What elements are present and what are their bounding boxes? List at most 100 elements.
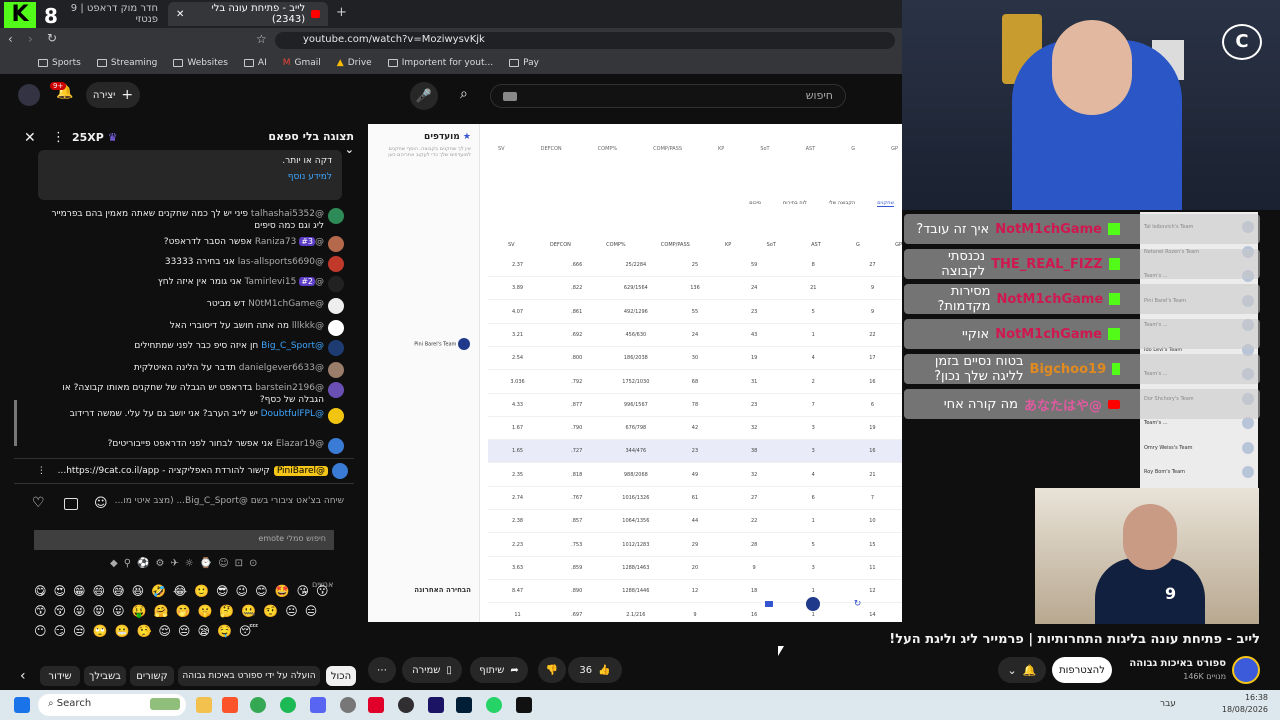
bookmark-streaming[interactable]: Streaming xyxy=(96,58,157,68)
table-row[interactable]: 4.33 .877 996/1567 78 23 7 6 xyxy=(488,394,902,417)
super-chat-icon[interactable] xyxy=(64,498,78,510)
bookmark-important[interactable]: Importent for yout... xyxy=(387,58,493,68)
table-row[interactable]: 3.89 .822 629/1564 136 24 21 9 xyxy=(488,277,902,301)
subscribed-button[interactable]: ⌄ 🔔 xyxy=(998,657,1046,683)
file-explorer-icon[interactable] xyxy=(196,697,212,713)
tab-draft-board[interactable]: לוח בחירות xyxy=(783,200,807,207)
emoji-option[interactable]: 😴 xyxy=(239,624,258,638)
windows-start-icon[interactable] xyxy=(14,697,30,713)
kick-app-icon[interactable] xyxy=(516,697,532,713)
channel-name[interactable]: ספורט באיכות גבוהה xyxy=(1120,658,1226,669)
chip-nav-left-icon[interactable]: ‹ xyxy=(20,668,26,684)
premiere-icon[interactable] xyxy=(428,697,444,713)
refresh-icon[interactable]: ↻ xyxy=(854,599,862,609)
emoji-option[interactable]: 🙂 xyxy=(194,584,209,598)
mic-button[interactable]: 🎤 xyxy=(410,82,438,110)
emoji-option[interactable]: 😪 xyxy=(197,624,210,638)
bookmark-drive[interactable]: ▲ Drive xyxy=(337,58,372,68)
chip-for-you[interactable]: בשבילך xyxy=(84,666,126,686)
chat-menu-icon[interactable]: ⋮ xyxy=(52,130,65,145)
column-header[interactable]: AST xyxy=(806,146,816,152)
emoji-option[interactable]: 🤗 xyxy=(154,604,169,618)
bookmark-gmail[interactable]: M Gmail xyxy=(283,58,321,68)
discord-icon[interactable] xyxy=(310,697,326,713)
column-header[interactable]: AST xyxy=(811,242,821,248)
emoji-option[interactable]: 😊 xyxy=(255,584,268,598)
create-button[interactable]: יצירה + xyxy=(86,82,140,108)
emoji-option[interactable]: 🤔 xyxy=(219,604,234,618)
emoji-option[interactable]: 😔 xyxy=(178,624,191,638)
chip-related[interactable]: קשורים xyxy=(130,666,174,686)
share-button[interactable]: שיתוף ➦ xyxy=(470,657,528,683)
column-header[interactable]: COMP/PASS xyxy=(653,146,682,152)
pinned-message[interactable]: @PiniBarel קישור להורדת האפליקציה - http… xyxy=(14,458,354,484)
chrome-icon[interactable] xyxy=(250,697,266,713)
search-icon[interactable]: ⌕ xyxy=(460,86,468,102)
table-row[interactable]: 2.23 .753 1012/1283 29 28 5 15 xyxy=(488,534,902,557)
table-row[interactable]: 3.036 .792 1752/1030 68 31 2 16 xyxy=(488,371,902,394)
table-row[interactable]: 2.38 .857 1064/1356 44 22 1 10 xyxy=(488,510,902,534)
emoji-option[interactable]: 😬 xyxy=(115,624,130,638)
chip-live[interactable]: שידור xyxy=(40,666,80,686)
column-header[interactable]: KP xyxy=(718,146,724,152)
back-icon[interactable]: ‹ xyxy=(8,32,13,46)
emoji-option[interactable]: 😂 xyxy=(173,584,187,598)
learn-more-link[interactable]: למידע נוסף xyxy=(48,172,332,182)
emoji-option[interactable]: 😌 xyxy=(158,624,171,638)
emoji-option[interactable]: 😒 xyxy=(73,624,86,638)
forward-icon[interactable]: › xyxy=(28,32,33,46)
tab-mock-draft[interactable]: חדר מוק דראפט | 9 פנטזי xyxy=(60,2,166,26)
pinned-author[interactable]: @PiniBarel xyxy=(273,466,328,476)
emoji-option[interactable]: 🤫 xyxy=(197,604,212,618)
emoji-option[interactable]: 🤭 xyxy=(175,604,190,618)
table-row[interactable]: 3.21 .692 456/630 24 43 1 22 xyxy=(488,324,902,347)
like-button[interactable]: 36 👍 xyxy=(568,657,622,683)
chat-author[interactable]: @talhashai5352 xyxy=(251,209,324,219)
search-input[interactable]: חיפוש xyxy=(490,84,846,108)
chat-author[interactable]: @danielgever6633 xyxy=(239,363,324,373)
chip-all[interactable]: הכול xyxy=(326,666,356,686)
column-header[interactable]: SV xyxy=(498,146,505,152)
bookmark-websites[interactable]: Websites xyxy=(173,58,228,68)
table-row[interactable]: 3.63 .859 1288/1463 20 9 3 11 xyxy=(488,557,902,580)
emoji-category-bar[interactable]: ◆⚲⚽⚙✈☼⌚☺⊡⊙ xyxy=(110,558,270,569)
column-header[interactable]: G xyxy=(856,242,860,248)
xp-badge[interactable]: 25XP ♛ xyxy=(72,131,118,144)
emoji-option[interactable]: 😄 xyxy=(93,584,106,598)
reload-icon[interactable]: ↻ xyxy=(47,31,57,45)
emoji-option[interactable]: 😐 xyxy=(285,604,298,618)
join-button[interactable]: להצטרפות xyxy=(1052,657,1112,683)
bookmark-sports[interactable]: Sports xyxy=(38,58,81,68)
emoji-option[interactable]: 😚 xyxy=(54,604,67,618)
emoji-option[interactable]: 😏 xyxy=(54,624,67,638)
column-header[interactable]: SV xyxy=(508,242,515,248)
heart-icon[interactable]: ♡ xyxy=(32,495,45,511)
bookmark-ai[interactable]: AI xyxy=(243,58,267,68)
audio-icon[interactable] xyxy=(806,597,821,611)
tab-youtube-live[interactable]: לייב - פתיחת עונה בלי (2343) ✕ xyxy=(168,2,328,26)
emoji-option[interactable]: 😁 xyxy=(73,584,86,598)
photoshop-icon[interactable] xyxy=(456,697,472,713)
more-actions-button[interactable]: ⋯ xyxy=(368,657,396,683)
emoji-button-icon[interactable]: ☺ xyxy=(94,496,108,511)
chat-author[interactable]: @Elazar19 xyxy=(276,439,324,449)
emoji-option[interactable]: 😑 xyxy=(305,604,318,618)
column-header[interactable]: COMP% xyxy=(598,146,618,152)
emoji-option[interactable]: 🤑 xyxy=(132,604,147,618)
emoji-option[interactable]: 😉 xyxy=(236,584,249,598)
emoji-option[interactable]: 🙄 xyxy=(93,624,108,638)
queue-icon[interactable] xyxy=(764,601,773,607)
column-header[interactable]: SoT xyxy=(767,242,776,248)
settings-gear-icon[interactable] xyxy=(340,697,356,713)
emoji-option[interactable]: 😜 xyxy=(73,604,86,618)
column-header[interactable]: GP xyxy=(895,242,902,248)
dislike-button[interactable]: 👎 xyxy=(538,657,566,683)
table-row[interactable]: 1.65 .727 344/476 23 38 3 16 xyxy=(488,440,902,464)
column-header[interactable]: DEFCON xyxy=(550,242,571,248)
opera-icon[interactable] xyxy=(368,697,384,713)
emoji-option[interactable]: 😋 xyxy=(34,584,47,598)
taskbar-search[interactable]: ⌕ Search xyxy=(38,694,186,716)
emoji-option[interactable]: 😆 xyxy=(132,584,145,598)
chat-author[interactable]: @Big_C_Sport xyxy=(261,341,324,351)
obs-icon[interactable] xyxy=(398,697,414,713)
